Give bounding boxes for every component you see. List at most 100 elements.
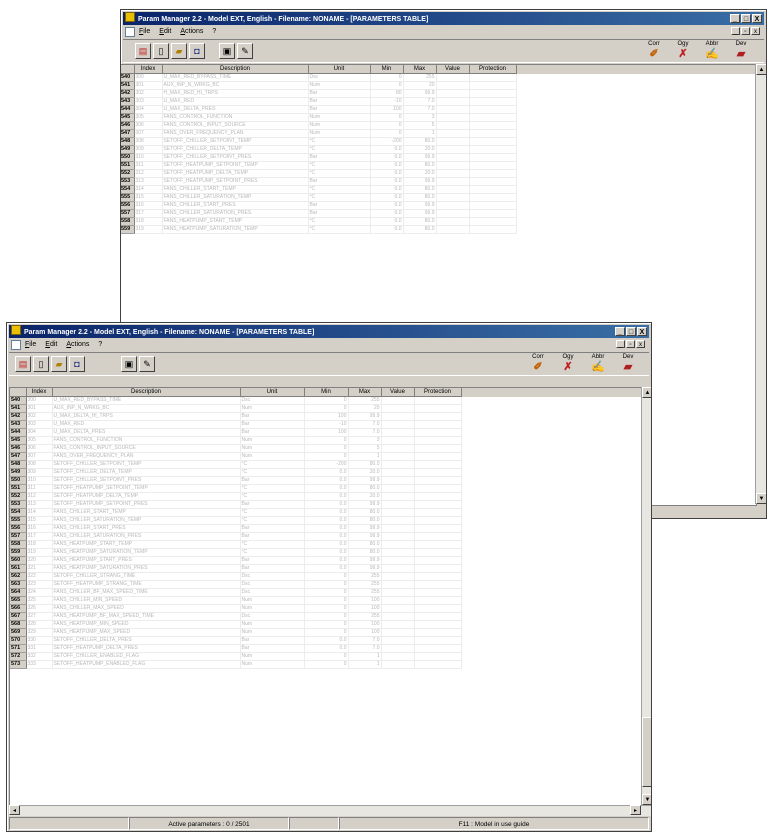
cell-min[interactable]: 0 xyxy=(370,129,404,138)
table-row[interactable]: 548 308 SETOFF_CHILLER_SETPOINT_TEMP °C -200… xyxy=(121,137,756,146)
cell-min[interactable]: 0.0 xyxy=(304,564,349,573)
cell-value[interactable] xyxy=(381,460,415,469)
cell-max[interactable]: 100 xyxy=(348,604,382,613)
corr-tool-button[interactable]: Corr ✐ xyxy=(643,41,665,61)
cell-index[interactable]: 327 xyxy=(26,612,53,621)
cell-unit[interactable]: °C xyxy=(308,185,371,194)
cell-min[interactable]: 0 xyxy=(304,396,349,405)
cell-min[interactable]: 0 xyxy=(370,73,404,82)
cell-protection[interactable] xyxy=(414,436,462,445)
table-row[interactable]: 556 316 FANS_CHILLER_START_PRES Bar 0.0 99.9 xyxy=(121,201,756,210)
cell-protection[interactable] xyxy=(414,532,462,541)
cell-max[interactable]: 80.0 xyxy=(348,508,382,517)
cell-unit[interactable]: Num xyxy=(240,652,305,661)
cell-max[interactable]: 20.0 xyxy=(403,169,437,178)
cell-description[interactable]: SETOFF_HEATPUMP_SETPOINT_PRES xyxy=(162,177,309,186)
cell-max[interactable]: 255 xyxy=(348,612,382,621)
cell-description[interactable]: FANS_HEATPUMP_MIN_SPEED xyxy=(52,620,241,629)
cell-index[interactable]: 309 xyxy=(134,145,163,154)
cell-description[interactable]: FANS_CHILLER_SATURATION_TEMP xyxy=(162,193,309,202)
table-row[interactable]: 564 324 FANS_CHILLER_BF_MAX_SPEED_TIME Dsc 0… xyxy=(10,588,641,597)
cell-value[interactable] xyxy=(381,452,415,461)
cell-min[interactable]: 0 xyxy=(304,444,349,453)
cell-unit[interactable]: Bar xyxy=(308,201,371,210)
cell-min[interactable]: 0 xyxy=(304,572,349,581)
cell-description[interactable]: FANS_HEATPUMP_START_PRES xyxy=(52,556,241,565)
cell-index[interactable]: 305 xyxy=(26,436,53,445)
cell-index[interactable]: 312 xyxy=(26,492,53,501)
row-number[interactable]: 549 xyxy=(10,468,27,477)
cell-description[interactable]: FANS_HEATPUMP_SATURATION_TEMP xyxy=(52,548,241,557)
cell-protection[interactable] xyxy=(414,596,462,605)
scroll-down-icon[interactable]: ▼ xyxy=(642,794,651,805)
cell-protection[interactable] xyxy=(469,145,517,154)
cell-index[interactable]: 315 xyxy=(26,516,53,525)
row-number[interactable]: 554 xyxy=(121,185,135,194)
cell-protection[interactable] xyxy=(469,113,517,122)
cell-min[interactable]: 0.0 xyxy=(304,540,349,549)
cell-index[interactable]: 320 xyxy=(26,556,53,565)
cell-value[interactable] xyxy=(381,476,415,485)
cell-protection[interactable] xyxy=(469,161,517,170)
col-value[interactable]: Value xyxy=(436,65,470,74)
menu-actions[interactable]: Actions xyxy=(180,26,203,38)
table-row[interactable]: 555 315 FANS_CHILLER_SATURATION_TEMP °C 0.0 8… xyxy=(121,193,756,202)
cell-protection[interactable] xyxy=(414,644,462,653)
save-disk-icon[interactable]: ◘ xyxy=(69,356,85,372)
cell-min[interactable]: 0 xyxy=(304,652,349,661)
table-row[interactable]: 572 332 SETOFF_CHILLER_ENABLED_FLAG Num 0 1 xyxy=(10,652,641,661)
cell-index[interactable]: 301 xyxy=(26,404,53,413)
cell-unit[interactable]: Dsc xyxy=(240,396,305,405)
table-row[interactable]: 556 316 FANS_CHILLER_START_PRES Bar 0.0 99.9 xyxy=(10,524,641,533)
cell-description[interactable]: FANS_CHILLER_SATURATION_TEMP xyxy=(52,516,241,525)
row-number[interactable]: 547 xyxy=(10,452,27,461)
table-row[interactable]: 541 301 AUX_INP_N_WRKG_BC Num 0 20 xyxy=(121,81,756,90)
cell-index[interactable]: 311 xyxy=(134,161,163,170)
cell-index[interactable]: 316 xyxy=(26,524,53,533)
row-number[interactable]: 544 xyxy=(121,105,135,114)
table-row[interactable]: 562 322 SETOFF_CHILLER_STRANG_TIME Dsc 0 255 xyxy=(10,572,641,581)
row-number[interactable]: 540 xyxy=(10,396,27,405)
cell-index[interactable]: 317 xyxy=(26,532,53,541)
cell-min[interactable]: 0.0 xyxy=(370,153,404,162)
table-row[interactable]: 543 303 U_MAX_RED Bar -10 7.0 xyxy=(121,97,756,106)
table-row[interactable]: 570 330 SETOFF_CHILLER_DELTA_PRES Bar 0.0 7.0 xyxy=(10,636,641,645)
cell-index[interactable]: 330 xyxy=(26,636,53,645)
cell-index[interactable]: 301 xyxy=(134,81,163,90)
cell-max[interactable]: 20.0 xyxy=(348,468,382,477)
cell-protection[interactable] xyxy=(414,428,462,437)
table-row[interactable]: 540 300 U_MAX_RED_BYPASS_TIME Dsc 0 255 xyxy=(10,396,641,405)
row-number[interactable]: 552 xyxy=(121,169,135,178)
cell-protection[interactable] xyxy=(414,556,462,565)
cell-index[interactable]: 333 xyxy=(26,660,53,669)
cell-min[interactable]: 0.0 xyxy=(370,169,404,178)
cell-index[interactable]: 329 xyxy=(26,628,53,637)
row-number[interactable]: 567 xyxy=(10,612,27,621)
cell-value[interactable] xyxy=(381,596,415,605)
cell-max[interactable]: 99.9 xyxy=(403,209,437,218)
row-number[interactable]: 564 xyxy=(10,588,27,597)
new-doc-icon[interactable]: ▯ xyxy=(153,43,169,59)
cell-max[interactable]: 255 xyxy=(348,396,382,405)
cell-index[interactable]: 310 xyxy=(134,153,163,162)
cell-index[interactable]: 300 xyxy=(26,396,53,405)
cell-min[interactable]: 0 xyxy=(304,604,349,613)
cell-index[interactable]: 302 xyxy=(26,412,53,421)
cell-max[interactable]: 99.9 xyxy=(348,500,382,509)
table-row[interactable]: 557 317 FANS_CHILLER_SATURATION_PRES Bar 0.0… xyxy=(10,532,641,541)
cell-index[interactable]: 313 xyxy=(26,500,53,509)
cell-unit[interactable]: °C xyxy=(308,145,371,154)
cell-value[interactable] xyxy=(436,169,470,178)
cell-min[interactable]: 0.0 xyxy=(370,185,404,194)
menu-file[interactable]: File xyxy=(25,339,36,351)
cell-max[interactable]: 99.9 xyxy=(348,412,382,421)
table-row[interactable]: 545 305 FANS_CONTROL_FUNCTION Num 0 3 xyxy=(10,436,641,445)
row-number[interactable]: 548 xyxy=(10,460,27,469)
table-row[interactable]: 558 318 FANS_HEATPUMP_START_TEMP °C 0.0 80.0 xyxy=(10,540,641,549)
cell-index[interactable]: 309 xyxy=(26,468,53,477)
cell-min[interactable]: 100 xyxy=(304,412,349,421)
table-row[interactable]: 566 326 FANS_CHILLER_MAX_SPEED Num 0 100 xyxy=(10,604,641,613)
row-number[interactable]: 565 xyxy=(10,596,27,605)
cell-value[interactable] xyxy=(436,193,470,202)
cell-protection[interactable] xyxy=(469,81,517,90)
